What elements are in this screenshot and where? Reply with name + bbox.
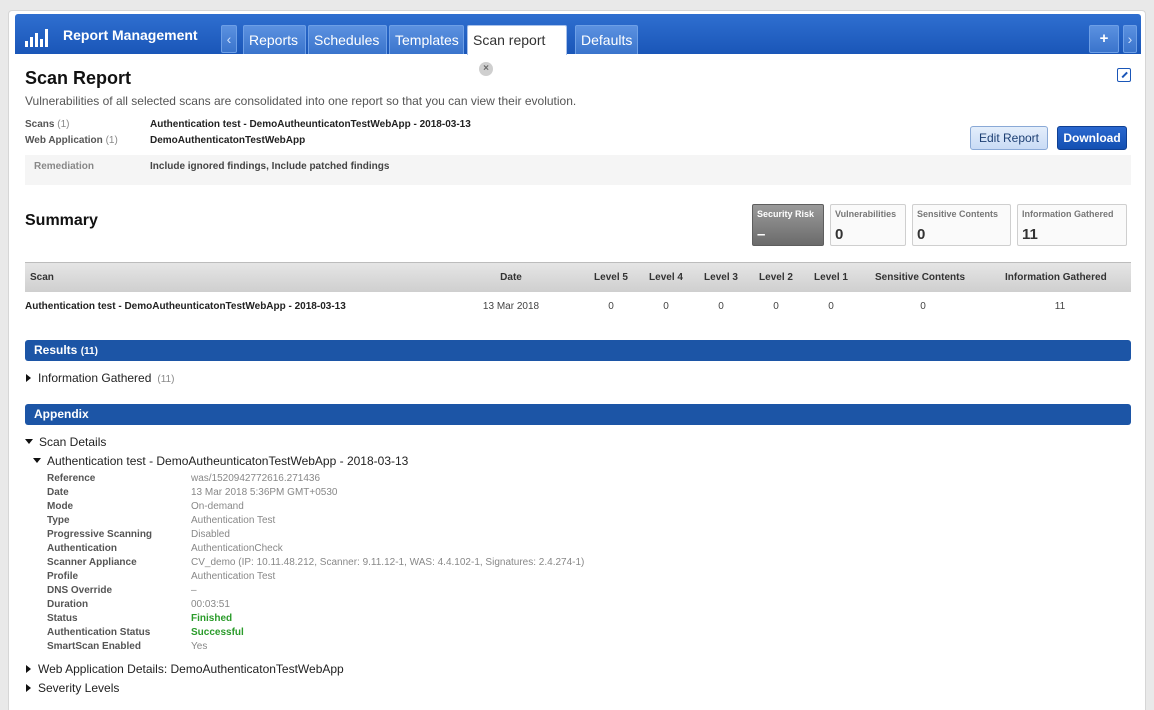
detail-label: Authentication Status — [47, 627, 151, 638]
detail-label: Status — [47, 613, 78, 624]
detail-value-status: Finished — [191, 613, 233, 624]
detail-value-scanner-appliance: CV_demo (IP: 10.11.48.212, Scanner: 9.11… — [191, 557, 585, 568]
cell-level-2: 0 — [773, 301, 779, 312]
tab-scroll-left-button[interactable]: ‹ — [221, 25, 237, 53]
add-tab-button[interactable]: + — [1089, 25, 1119, 53]
scans-label: Scans (1) — [25, 119, 70, 130]
col-sensitive-contents[interactable]: Sensitive Contents — [875, 272, 965, 283]
tree-item-webapp-details[interactable]: Web Application Details: DemoAuthenticat… — [26, 662, 344, 676]
tree-item-scan-details[interactable]: Scan Details — [25, 435, 106, 449]
tab-schedules[interactable]: Schedules — [308, 25, 387, 54]
detail-label: Progressive Scanning — [47, 529, 153, 540]
app-title: Report Management — [63, 27, 198, 43]
tab-templates[interactable]: Templates — [389, 25, 464, 54]
webapp-value: DemoAuthenticatonTestWebApp — [150, 135, 306, 146]
tab-scroll-right-button[interactable]: › — [1123, 25, 1137, 53]
stat-vulnerabilities[interactable]: Vulnerabilities 0 — [830, 204, 906, 246]
summary-table: Scan Date Level 5 Level 4 Level 3 Level … — [25, 262, 1131, 322]
cell-date: 13 Mar 2018 — [482, 301, 540, 312]
expand-arrow-icon — [26, 664, 31, 673]
close-icon[interactable]: × — [479, 62, 493, 77]
detail-value-type: Authentication Test — [191, 515, 276, 526]
cell-information-gathered: 11 — [1054, 301, 1066, 312]
page-title: Scan Report — [25, 68, 132, 88]
detail-label: Authentication — [47, 543, 117, 554]
cell-level-1: 0 — [828, 301, 834, 312]
summary-title: Summary — [25, 212, 98, 229]
popout-icon[interactable] — [1117, 68, 1131, 82]
cell-sensitive-contents: 0 — [920, 301, 926, 312]
col-scan[interactable]: Scan — [30, 272, 54, 283]
col-level-2[interactable]: Level 2 — [746, 272, 806, 283]
col-information-gathered[interactable]: Information Gathered — [1005, 272, 1107, 283]
edit-report-button[interactable]: Edit Report — [970, 126, 1048, 150]
top-nav-bar: Report Management ‹ Reports Schedules Te… — [15, 14, 1141, 77]
remediation-value: Include ignored findings, Include patche… — [150, 161, 390, 172]
expand-arrow-icon — [26, 683, 31, 692]
detail-label: Type — [47, 515, 70, 526]
tab-defaults[interactable]: Defaults — [575, 25, 638, 54]
detail-label: Profile — [47, 571, 79, 582]
detail-label: SmartScan Enabled — [47, 641, 141, 652]
bar-chart-icon — [25, 29, 51, 47]
detail-value-reference: was/1520942772616.271436 — [191, 473, 321, 484]
detail-value-profile: Authentication Test — [191, 571, 276, 582]
stat-sensitive-contents[interactable]: Sensitive Contents 0 — [912, 204, 1011, 246]
tab-scan-report[interactable]: Scan report × — [467, 25, 567, 77]
cell-level-4: 0 — [663, 301, 669, 312]
cell-level-5: 0 — [608, 301, 614, 312]
detail-label: Mode — [47, 501, 74, 512]
tree-item-scan-name[interactable]: Authentication test - DemoAutheunticaton… — [33, 454, 408, 468]
tree-item-information-gathered[interactable]: Information Gathered (11) — [26, 371, 174, 385]
tab-scan-report-label: Scan report — [473, 32, 546, 48]
table-header: Scan Date Level 5 Level 4 Level 3 Level … — [25, 262, 1131, 292]
remediation-row: Remediation Include ignored findings, In… — [25, 155, 1131, 185]
detail-value-date: 13 Mar 2018 5:36PM GMT+0530 — [191, 487, 338, 498]
webapp-label: Web Application (1) — [25, 135, 118, 146]
expand-arrow-icon — [26, 373, 31, 382]
detail-value-duration: 00:03:51 — [191, 599, 230, 610]
detail-value-authentication: AuthenticationCheck — [191, 543, 283, 554]
detail-value-smartscan-enabled: Yes — [191, 641, 208, 652]
col-date[interactable]: Date — [481, 272, 541, 283]
detail-label: Date — [47, 487, 69, 498]
detail-value-authentication-status: Successful — [191, 627, 244, 638]
detail-label: Scanner Appliance — [47, 557, 137, 568]
tab-reports[interactable]: Reports — [243, 25, 306, 54]
table-row[interactable]: Authentication test - DemoAutheunticaton… — [25, 292, 1131, 322]
detail-label: DNS Override — [47, 585, 113, 596]
page-description: Vulnerabilities of all selected scans ar… — [25, 94, 577, 108]
detail-value-progressive-scanning: Disabled — [191, 529, 230, 540]
detail-label: Reference — [47, 473, 96, 484]
results-section-header: Results (11) — [25, 340, 1131, 361]
scans-value: Authentication test - DemoAutheunticaton… — [150, 119, 471, 130]
tree-item-severity-levels[interactable]: Severity Levels — [26, 681, 119, 695]
col-level-5[interactable]: Level 5 — [581, 272, 641, 283]
detail-value-dns-override: – — [191, 585, 197, 596]
appendix-section-header: Appendix — [25, 404, 1131, 425]
collapse-arrow-icon — [25, 439, 33, 445]
stat-information-gathered[interactable]: Information Gathered 11 — [1017, 204, 1127, 246]
download-button[interactable]: Download — [1057, 126, 1127, 150]
stat-security-risk[interactable]: Security Risk – — [752, 204, 824, 246]
remediation-label: Remediation — [34, 161, 95, 172]
col-level-1[interactable]: Level 1 — [801, 272, 861, 283]
col-level-3[interactable]: Level 3 — [691, 272, 751, 283]
detail-value-mode: On-demand — [191, 501, 244, 512]
detail-label: Duration — [47, 599, 89, 610]
cell-scan: Authentication test - DemoAutheunticaton… — [25, 301, 346, 312]
cell-level-3: 0 — [718, 301, 724, 312]
collapse-arrow-icon — [33, 458, 41, 464]
col-level-4[interactable]: Level 4 — [636, 272, 696, 283]
report-window: Report Management ‹ Reports Schedules Te… — [8, 10, 1146, 710]
